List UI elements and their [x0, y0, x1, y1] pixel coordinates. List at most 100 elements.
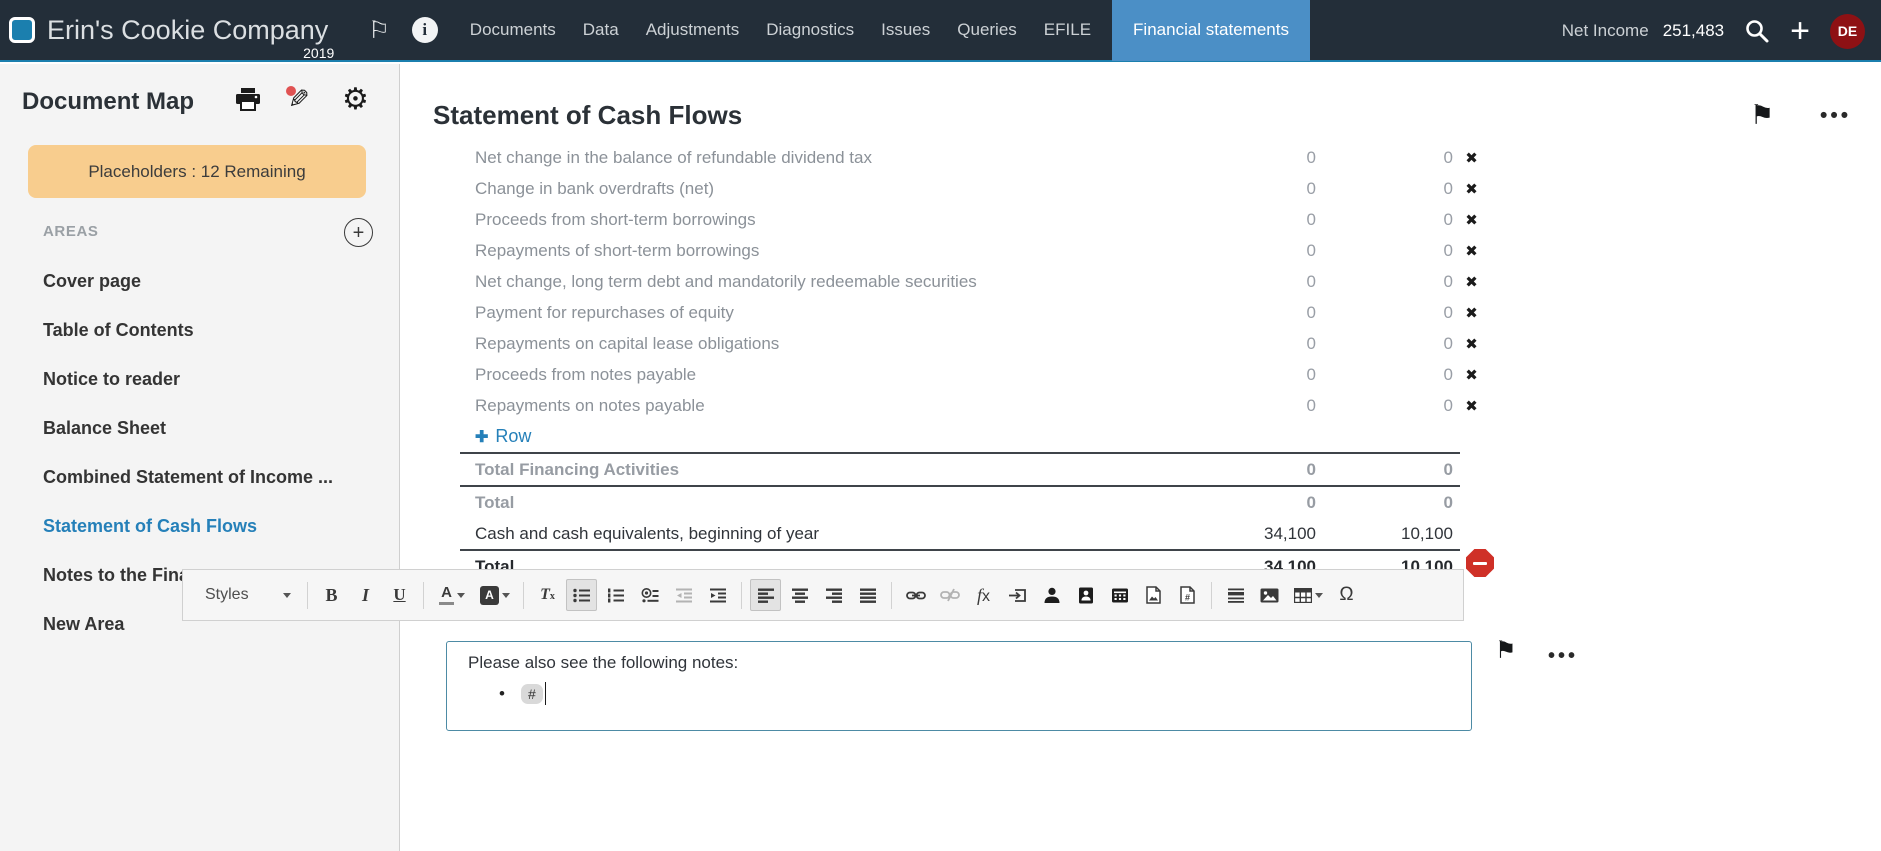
row-value-current[interactable]: 0 [1179, 303, 1316, 323]
contact-card-button[interactable] [1070, 579, 1101, 611]
formula-button[interactable]: fx [968, 579, 999, 611]
row-value-prior[interactable]: 0 [1316, 272, 1453, 292]
row-value-current[interactable]: 0 [1179, 210, 1316, 230]
delete-row-icon[interactable]: ✖ [1465, 212, 1478, 229]
image-button[interactable] [1254, 579, 1285, 611]
row-value-current[interactable]: 0 [1179, 334, 1316, 354]
print-icon[interactable] [234, 87, 262, 113]
indent-button[interactable] [702, 579, 733, 611]
nav-item-data[interactable]: Data [583, 20, 619, 40]
row-value-prior[interactable]: 0 [1316, 210, 1453, 230]
delete-row-icon[interactable]: ✖ [1465, 150, 1478, 167]
bullet-list-button[interactable] [566, 579, 597, 611]
link-button[interactable] [900, 579, 931, 611]
unlink-button[interactable] [934, 579, 965, 611]
nav-item-issues[interactable]: Issues [881, 20, 930, 40]
image-placeholder-button[interactable] [1138, 579, 1169, 611]
note-reference-chip[interactable]: # [521, 684, 543, 704]
add-area-icon[interactable]: + [344, 218, 373, 247]
user-avatar[interactable]: DE [1830, 14, 1865, 49]
document-flag-icon[interactable]: ⚑ [1750, 100, 1774, 131]
styles-dropdown[interactable]: Styles [195, 579, 299, 611]
note-editor[interactable]: Please also see the following notes: • # [446, 641, 1472, 731]
row-value-prior[interactable]: 0 [1316, 334, 1453, 354]
delete-row-icon[interactable]: ✖ [1465, 274, 1478, 291]
delete-row-icon[interactable]: ✖ [1465, 243, 1478, 260]
row-value-prior[interactable]: 0 [1316, 241, 1453, 261]
insert-field-button[interactable] [1002, 579, 1033, 611]
align-center-button[interactable] [784, 579, 815, 611]
flag-icon[interactable]: ⚐ [368, 16, 390, 45]
bold-button[interactable]: B [316, 579, 347, 611]
justify-button[interactable] [852, 579, 883, 611]
sidebar-item-notice-to-reader[interactable]: Notice to reader [0, 355, 400, 404]
outdent-button[interactable] [668, 579, 699, 611]
placeholders-badge[interactable]: Placeholders : 12 Remaining [28, 145, 366, 198]
table-button[interactable] [1288, 579, 1328, 611]
app-logo[interactable] [9, 17, 35, 43]
row-label[interactable]: Repayments on capital lease obligations [460, 334, 1179, 354]
editor-paragraph[interactable]: Please also see the following notes: [468, 653, 738, 673]
edit-pencil-icon[interactable]: ✎ [288, 86, 316, 114]
row-value-prior[interactable]: 0 [1316, 396, 1453, 416]
row-value-current[interactable]: 0 [1179, 396, 1316, 416]
add-row-button[interactable]: ✚ Row [460, 421, 1490, 452]
sidebar-item-balance-sheet[interactable]: Balance Sheet [0, 404, 400, 453]
special-character-button[interactable]: Ω [1331, 579, 1362, 611]
row-value-prior[interactable]: 0 [1316, 148, 1453, 168]
delete-row-icon[interactable]: ✖ [1465, 181, 1478, 198]
sidebar-item-statement-of-cash-flows[interactable]: Statement of Cash Flows [0, 502, 400, 551]
row-label[interactable]: Repayments on notes payable [460, 396, 1179, 416]
text-color-button[interactable]: A [432, 579, 472, 611]
horizontal-rule-button[interactable] [1220, 579, 1251, 611]
number-placeholder-button[interactable]: # [1172, 579, 1203, 611]
row-label[interactable]: Net change, long term debt and mandatori… [460, 272, 1179, 292]
row-label[interactable]: Net change in the balance of refundable … [460, 148, 1179, 168]
row-value-current[interactable]: 34,100 [1179, 524, 1316, 544]
row-value-prior[interactable]: 0 [1316, 303, 1453, 323]
more-menu-icon[interactable]: ••• [1820, 104, 1851, 128]
row-label[interactable]: Proceeds from short-term borrowings [460, 210, 1179, 230]
sidebar-item-table-of-contents[interactable]: Table of Contents [0, 306, 400, 355]
nav-item-diagnostics[interactable]: Diagnostics [766, 20, 854, 40]
row-value-current[interactable]: 0 [1179, 179, 1316, 199]
info-icon[interactable]: i [412, 17, 438, 43]
row-value-prior[interactable]: 0 [1316, 365, 1453, 385]
gear-icon[interactable]: ⚙ [342, 86, 369, 114]
editor-more-menu-icon[interactable]: ••• [1548, 645, 1578, 668]
row-value-current[interactable]: 0 [1179, 148, 1316, 168]
numbered-list-button[interactable] [600, 579, 631, 611]
editor-flag-icon[interactable]: ⚑ [1495, 636, 1517, 665]
italic-button[interactable]: I [350, 579, 381, 611]
row-label[interactable]: Repayments of short-term borrowings [460, 241, 1179, 261]
row-value-current[interactable]: 0 [1179, 241, 1316, 261]
row-label[interactable]: Cash and cash equivalents, beginning of … [460, 524, 1179, 544]
nav-item-efile[interactable]: EFILE [1044, 20, 1091, 40]
delete-row-icon[interactable]: ✖ [1465, 398, 1478, 415]
search-icon[interactable] [1744, 18, 1770, 44]
delete-row-icon[interactable]: ✖ [1465, 336, 1478, 353]
nav-item-queries[interactable]: Queries [957, 20, 1017, 40]
delete-row-icon[interactable]: ✖ [1465, 367, 1478, 384]
align-left-button[interactable] [750, 579, 781, 611]
calendar-button[interactable] [1104, 579, 1135, 611]
row-value-current[interactable]: 0 [1179, 272, 1316, 292]
row-label[interactable]: Proceeds from notes payable [460, 365, 1179, 385]
sidebar-item-cover-page[interactable]: Cover page [0, 257, 400, 306]
clear-formatting-button[interactable]: Tx [532, 579, 563, 611]
row-value-current[interactable]: 0 [1179, 365, 1316, 385]
fill-color-button[interactable]: A [475, 579, 515, 611]
row-label[interactable]: Change in bank overdrafts (net) [460, 179, 1179, 199]
underline-button[interactable]: U [384, 579, 415, 611]
nav-item-adjustments[interactable]: Adjustments [646, 20, 740, 40]
sidebar-item-combined-statement[interactable]: Combined Statement of Income ... [0, 453, 400, 502]
nav-item-financial-statements[interactable]: Financial statements [1112, 0, 1310, 61]
nav-item-documents[interactable]: Documents [470, 20, 556, 40]
add-icon[interactable]: + [1790, 16, 1810, 46]
row-value-prior[interactable]: 0 [1316, 179, 1453, 199]
person-button[interactable] [1036, 579, 1067, 611]
row-label[interactable]: Payment for repurchases of equity [460, 303, 1179, 323]
delete-row-icon[interactable]: ✖ [1465, 305, 1478, 322]
row-value-prior[interactable]: 10,100 [1316, 524, 1453, 544]
company-block[interactable]: Erin's Cookie Company 2019 [47, 15, 328, 46]
